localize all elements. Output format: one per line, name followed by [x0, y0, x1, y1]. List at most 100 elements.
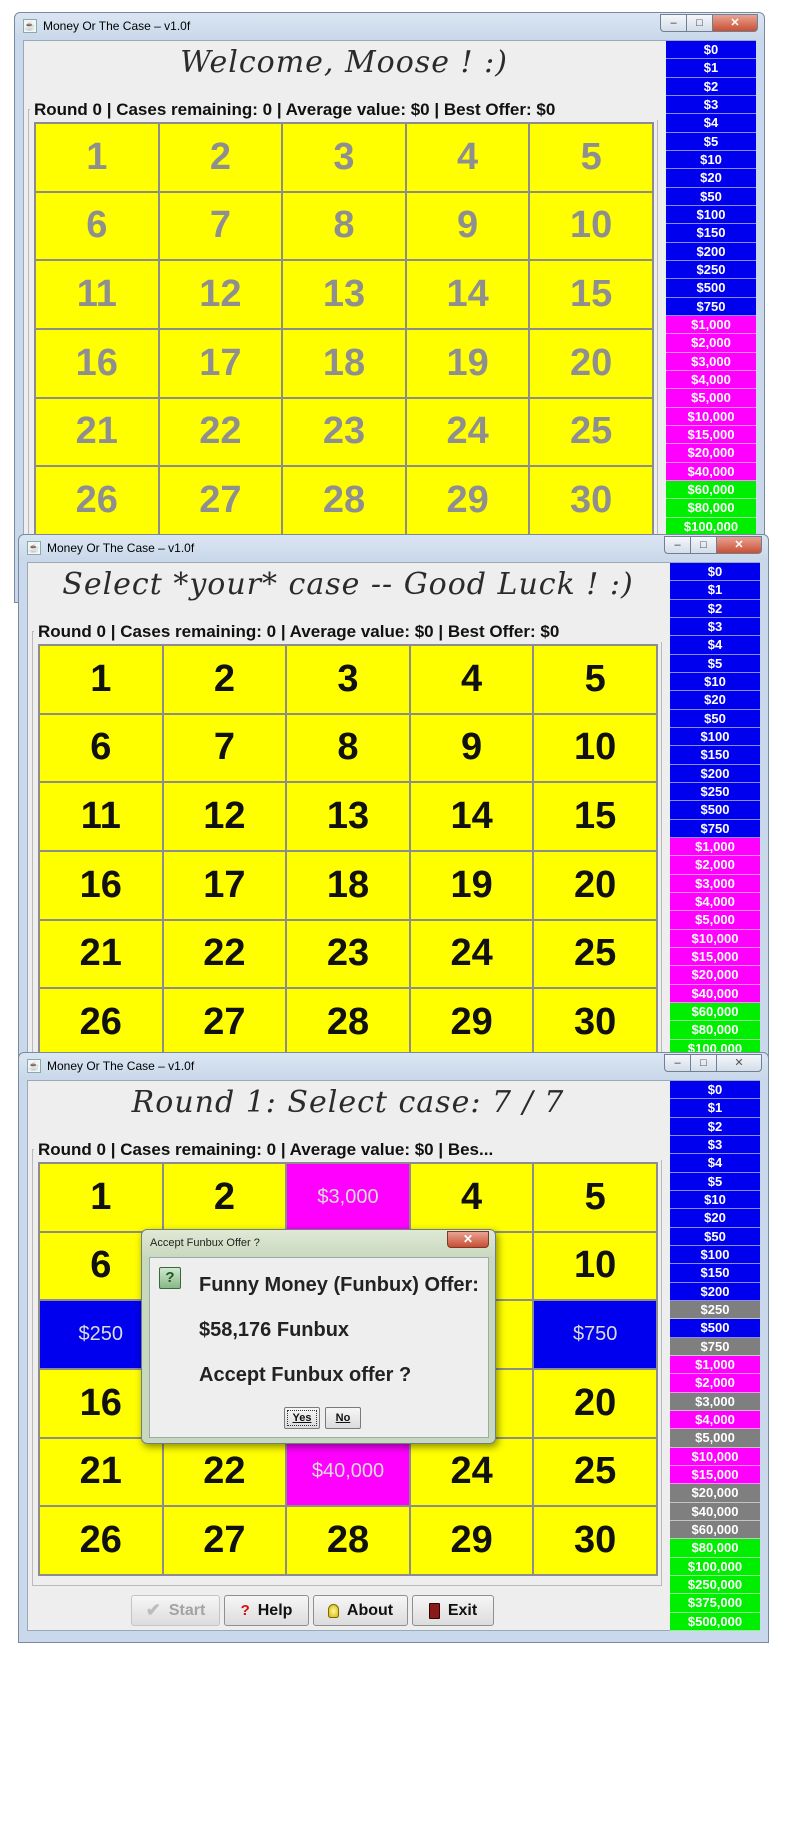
- help-button[interactable]: ?Help: [224, 1595, 309, 1626]
- case-button[interactable]: 4: [409, 645, 534, 714]
- case-button[interactable]: 10: [529, 191, 653, 261]
- minimize-button[interactable]: –: [664, 536, 690, 554]
- case-button[interactable]: 10: [533, 713, 657, 783]
- title-bar[interactable]: ☕ Money Or The Case – v1.0f – □ ✕: [15, 13, 764, 40]
- case-button[interactable]: 11: [39, 782, 163, 851]
- maximize-button[interactable]: □: [690, 1054, 716, 1072]
- case-button[interactable]: 26: [39, 1506, 163, 1575]
- case-button[interactable]: 14: [405, 260, 530, 329]
- java-app-icon: ☕: [23, 19, 37, 33]
- case-button[interactable]: 11: [35, 260, 159, 329]
- case-button[interactable]: 30: [529, 466, 653, 535]
- no-button[interactable]: No: [325, 1407, 361, 1429]
- case-button[interactable]: 2: [162, 1163, 287, 1232]
- opened-case[interactable]: $750: [533, 1300, 657, 1369]
- about-button[interactable]: About: [313, 1595, 408, 1626]
- case-button[interactable]: 16: [39, 850, 163, 920]
- dialog-close-button[interactable]: ✕: [447, 1231, 489, 1248]
- case-button[interactable]: 20: [529, 328, 653, 398]
- case-button[interactable]: 28: [286, 1506, 410, 1575]
- case-button[interactable]: 5: [533, 1163, 657, 1232]
- case-button[interactable]: 23: [282, 397, 406, 467]
- case-button[interactable]: 24: [409, 919, 534, 989]
- case-button[interactable]: 13: [282, 260, 406, 329]
- yes-button[interactable]: Yes: [284, 1407, 320, 1429]
- case-button[interactable]: 6: [35, 191, 159, 261]
- maximize-button[interactable]: □: [690, 536, 716, 554]
- case-button[interactable]: 17: [162, 850, 287, 920]
- case-button[interactable]: 1: [39, 1163, 163, 1232]
- case-button[interactable]: 5: [529, 123, 653, 192]
- case-button[interactable]: 5: [533, 645, 657, 714]
- opened-case[interactable]: $40,000: [286, 1437, 410, 1507]
- case-button[interactable]: 7: [158, 191, 283, 261]
- case-button[interactable]: 20: [533, 850, 657, 920]
- case-button[interactable]: 19: [405, 328, 530, 398]
- case-button[interactable]: 24: [409, 1437, 534, 1507]
- case-button[interactable]: 28: [286, 988, 410, 1057]
- case-button[interactable]: 12: [162, 782, 287, 851]
- case-button[interactable]: 3: [286, 645, 410, 714]
- case-button[interactable]: 18: [282, 328, 406, 398]
- case-button[interactable]: 27: [162, 1506, 287, 1575]
- case-button[interactable]: 9: [405, 191, 530, 261]
- title-bar[interactable]: ☕ Money Or The Case – v1.0f – □ ✕: [19, 535, 768, 562]
- minimize-button[interactable]: –: [660, 14, 686, 32]
- case-button[interactable]: 24: [405, 397, 530, 467]
- case-button[interactable]: 9: [409, 713, 534, 783]
- case-button[interactable]: 15: [529, 260, 653, 329]
- case-button[interactable]: 21: [35, 397, 159, 467]
- title-bar[interactable]: ☕ Money Or The Case – v1.0f – □ ✕: [19, 1053, 768, 1080]
- case-button[interactable]: 20: [533, 1368, 657, 1438]
- case-button[interactable]: 25: [529, 397, 653, 467]
- case-button[interactable]: 21: [39, 919, 163, 989]
- minimize-button[interactable]: –: [664, 1054, 690, 1072]
- case-button[interactable]: 4: [405, 123, 530, 192]
- money-value: $750: [666, 297, 756, 316]
- case-button[interactable]: 1: [39, 645, 163, 714]
- case-button[interactable]: 29: [405, 466, 530, 535]
- money-value: $2: [666, 77, 756, 96]
- case-button[interactable]: 4: [409, 1163, 534, 1232]
- case-button[interactable]: 3: [282, 123, 406, 192]
- close-button[interactable]: ✕: [716, 1054, 762, 1072]
- case-button[interactable]: 21: [39, 1437, 163, 1507]
- case-button[interactable]: 28: [282, 466, 406, 535]
- case-button[interactable]: 8: [286, 713, 410, 783]
- case-button[interactable]: 27: [158, 466, 283, 535]
- case-button[interactable]: 26: [35, 466, 159, 535]
- case-button[interactable]: 25: [533, 919, 657, 989]
- case-button[interactable]: 8: [282, 191, 406, 261]
- case-button[interactable]: 14: [409, 782, 534, 851]
- case-button[interactable]: 29: [409, 1506, 534, 1575]
- exit-button[interactable]: Exit: [412, 1595, 494, 1626]
- case-button[interactable]: 17: [158, 328, 283, 398]
- case-button[interactable]: 25: [533, 1437, 657, 1507]
- opened-case[interactable]: $3,000: [286, 1163, 410, 1232]
- case-button[interactable]: 2: [162, 645, 287, 714]
- case-button[interactable]: 16: [35, 328, 159, 398]
- case-button[interactable]: 6: [39, 713, 163, 783]
- case-button[interactable]: 2: [158, 123, 283, 192]
- case-button[interactable]: 27: [162, 988, 287, 1057]
- close-button[interactable]: ✕: [712, 14, 758, 32]
- case-button[interactable]: 13: [286, 782, 410, 851]
- case-button[interactable]: 19: [409, 850, 534, 920]
- case-button[interactable]: 30: [533, 988, 657, 1057]
- case-button[interactable]: 26: [39, 988, 163, 1057]
- case-button[interactable]: 1: [35, 123, 159, 192]
- case-button[interactable]: 12: [158, 260, 283, 329]
- case-button[interactable]: 7: [162, 713, 287, 783]
- case-button[interactable]: 18: [286, 850, 410, 920]
- maximize-button[interactable]: □: [686, 14, 712, 32]
- case-button[interactable]: 30: [533, 1506, 657, 1575]
- case-button[interactable]: 15: [533, 782, 657, 851]
- case-button[interactable]: 29: [409, 988, 534, 1057]
- case-button[interactable]: 10: [533, 1231, 657, 1301]
- case-button[interactable]: 23: [286, 919, 410, 989]
- case-button[interactable]: 22: [162, 919, 287, 989]
- case-button[interactable]: 22: [158, 397, 283, 467]
- money-value: $20,000: [670, 1484, 760, 1503]
- case-button[interactable]: 22: [162, 1437, 287, 1507]
- close-button[interactable]: ✕: [716, 536, 762, 554]
